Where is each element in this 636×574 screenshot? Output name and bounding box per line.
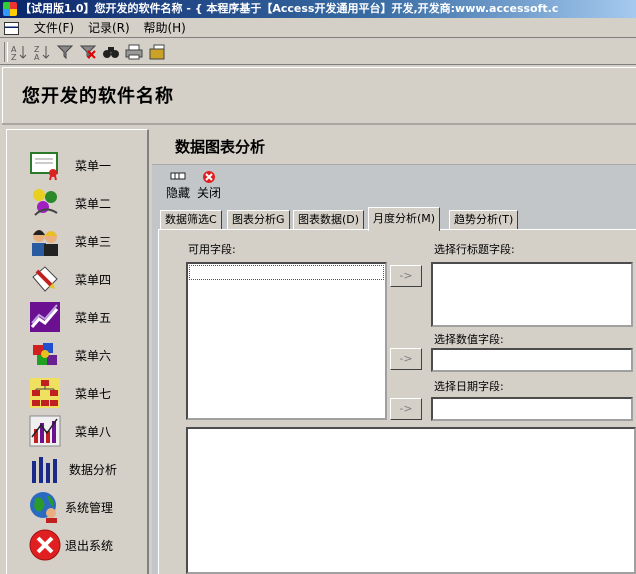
trend-chart-icon [30, 302, 60, 332]
sidebar-item-menu8[interactable]: 菜单八 [27, 414, 147, 448]
sidebar-item-label: 数据分析 [69, 463, 118, 477]
cubes-icon [33, 343, 57, 365]
tab-trend-analysis[interactable]: 趋势分析(T) [449, 210, 519, 230]
app-title: 您开发的软件名称 [22, 86, 174, 107]
value-field-label: 选择数值字段: [434, 333, 504, 346]
sidebar-item-menu1[interactable]: 菜单一 [27, 148, 147, 182]
app-icon[interactable] [3, 2, 17, 16]
close-button[interactable]: 关闭 [194, 170, 224, 200]
print-icon[interactable] [125, 43, 143, 61]
available-fields-label: 可用字段: [188, 243, 236, 256]
sidebar-item-label: 菜单二 [75, 197, 112, 211]
close-label: 关闭 [196, 186, 221, 200]
tab-monthly-analysis[interactable]: 月度分析(M) [368, 207, 441, 231]
add-row-field-button[interactable]: -> [390, 265, 422, 287]
find-icon[interactable] [102, 43, 120, 61]
sidebar-item-data-analysis[interactable]: 数据分析 [27, 452, 147, 486]
globe-person-icon [30, 492, 57, 523]
sidebar-item-menu5[interactable]: 菜单五 [27, 300, 147, 334]
sort-descending-icon[interactable]: ZA [33, 43, 51, 62]
sidebar-item-menu2[interactable]: 菜单二 [27, 186, 147, 220]
sort-ascending-icon[interactable]: AZ [10, 43, 28, 62]
sidebar-item-system-admin[interactable]: 系统管理 [27, 490, 147, 524]
people-icon [32, 230, 58, 256]
sidebar-item-exit[interactable]: 退出系统 [27, 528, 147, 562]
add-date-field-button[interactable]: -> [390, 398, 422, 420]
sidebar-item-label: 菜单七 [75, 387, 112, 401]
filter-icon[interactable] [56, 43, 74, 61]
hide-button[interactable]: 隐藏 [163, 170, 193, 200]
header-divider [2, 123, 636, 125]
date-field-label: 选择日期字段: [434, 380, 504, 393]
toolbar: AZ ZA [0, 39, 636, 65]
date-field-input[interactable] [431, 397, 633, 421]
sidebar-item-label: 菜单五 [75, 311, 112, 325]
window-title-bar[interactable]: 【试用版1.0】您开发的软件名称 - { 本程序基于【Access开发通用平台】… [0, 0, 636, 18]
sidebar: 菜单一 菜单二 菜单三 菜单四 菜单五 菜单六 菜单七 菜单八 数据分析 系统管… [6, 129, 149, 574]
svg-text:Z: Z [11, 53, 17, 61]
certificate-icon [30, 152, 58, 181]
add-value-field-button[interactable]: -> [390, 348, 422, 370]
molecules-icon [33, 189, 58, 216]
menu-help[interactable]: 帮助(H) [138, 18, 190, 38]
row-field-label: 选择行标题字段: [434, 243, 515, 256]
close-icon [194, 170, 224, 184]
tab-chart-analysis[interactable]: 图表分析G [227, 210, 290, 230]
bars-icon [32, 457, 57, 483]
sidebar-item-label: 菜单六 [75, 349, 112, 363]
menu-file[interactable]: 文件(F) [29, 18, 79, 38]
document-pen-icon [32, 266, 58, 292]
menu-record[interactable]: 记录(R) [83, 18, 135, 38]
available-fields-list[interactable] [186, 262, 387, 420]
sidebar-item-menu4[interactable]: 菜单四 [27, 262, 147, 296]
sidebar-item-label: 退出系统 [65, 539, 114, 553]
open-icon[interactable] [148, 43, 166, 61]
tab-data-filter[interactable]: 数据筛选C [160, 210, 222, 230]
hide-icon [163, 170, 193, 184]
sidebar-item-label: 菜单八 [75, 425, 112, 439]
sidebar-item-label: 菜单一 [75, 159, 112, 173]
toolbar-grip [4, 42, 8, 62]
sidebar-item-menu6[interactable]: 菜单六 [27, 338, 147, 372]
window-title: 【试用版1.0】您开发的软件名称 - { 本程序基于【Access开发通用平台】… [20, 2, 559, 15]
exit-icon [29, 529, 61, 561]
sidebar-item-label: 菜单三 [75, 235, 112, 249]
page-title: 数据图表分析 [175, 138, 266, 156]
window-menu-icon[interactable] [4, 22, 19, 35]
row-field-list[interactable] [431, 262, 633, 327]
hide-label: 隐藏 [165, 186, 190, 200]
org-chart-icon [30, 378, 60, 408]
value-field-input[interactable] [431, 348, 633, 372]
bar-chart-icon [29, 415, 61, 447]
remove-filter-icon[interactable] [79, 43, 97, 61]
sidebar-item-label: 菜单四 [75, 273, 112, 287]
chart-display-area [186, 427, 636, 574]
svg-text:A: A [34, 53, 40, 61]
sidebar-item-menu3[interactable]: 菜单三 [27, 224, 147, 258]
menu-bar: 文件(F) 记录(R) 帮助(H) [0, 18, 636, 38]
list-focus-row[interactable] [189, 265, 384, 280]
sidebar-item-menu7[interactable]: 菜单七 [27, 376, 147, 410]
sidebar-item-label: 系统管理 [65, 501, 114, 515]
tab-chart-data[interactable]: 图表数据(D) [293, 210, 365, 230]
